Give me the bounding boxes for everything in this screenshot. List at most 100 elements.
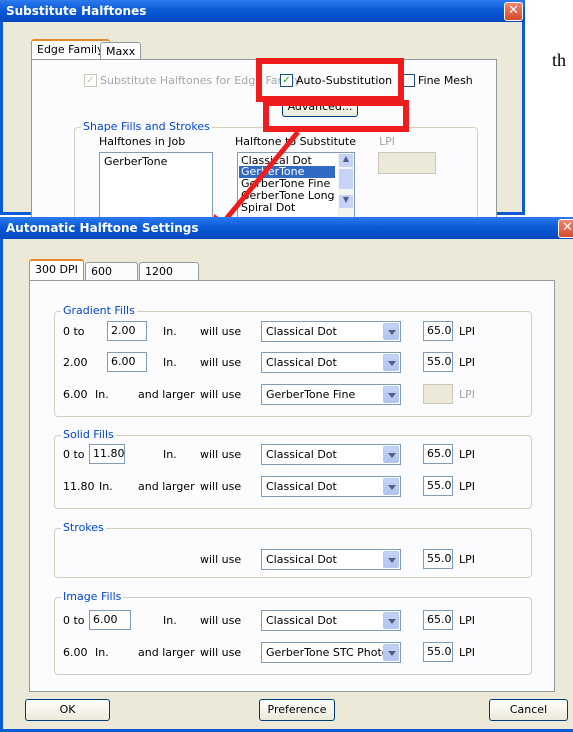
image-row2-lpi-input[interactable]: 55.0 [423, 642, 453, 662]
image-row1-from: 0 to [63, 614, 85, 627]
solid-row1-value-input[interactable]: 11.80 [89, 444, 125, 464]
gradient-row1-halftone-select[interactable]: Classical Dot [261, 321, 401, 342]
gradient-row1-from: 0 to [63, 325, 85, 338]
gradient-row2-unit: In. [163, 356, 177, 369]
cancel-button[interactable]: Cancel [489, 699, 568, 721]
job-halftone-item[interactable]: GerberTone [104, 155, 167, 168]
automatic-halftone-settings-window: Automatic Halftone Settings ✕ 300 DPI 60… [0, 217, 573, 732]
gradient-row3-unit: In. [95, 388, 109, 401]
chevron-down-icon[interactable] [383, 612, 399, 629]
image-row2-larger: and larger [138, 646, 195, 659]
tab-600-dpi[interactable]: 600 DPI [85, 262, 138, 296]
bg-close-button[interactable]: ✕ [504, 2, 523, 21]
image-fills-title: Image Fills [61, 590, 124, 603]
ahs-title: Automatic Halftone Settings [6, 221, 199, 235]
preference-button[interactable]: Preference [259, 699, 335, 721]
gradient-fills-title: Gradient Fills [61, 304, 137, 317]
col-halftones-in-job: Halftones in Job [99, 135, 186, 148]
image-row1-unit: In. [163, 614, 177, 627]
strokes-lpi-label: LPI [459, 553, 476, 566]
image-row2-unit: In. [95, 646, 109, 659]
solid-row2-lpi-input[interactable]: 55.0 [423, 476, 453, 496]
image-row2-halftone-select[interactable]: GerberTone STC Photo [261, 642, 401, 663]
substitute-checkbox[interactable]: ✓ [84, 74, 97, 87]
chevron-down-icon[interactable] [383, 478, 399, 495]
solid-row2-from: 11.80 [63, 480, 95, 493]
solid-row1-from: 0 to [63, 448, 85, 461]
strokes-halftone-select[interactable]: Classical Dot [261, 549, 401, 570]
substitute-item[interactable]: Spiral Dot [241, 201, 295, 214]
job-halftones-list[interactable]: GerberTone [99, 152, 213, 224]
chevron-down-icon[interactable] [383, 354, 399, 371]
image-row1-lpi-input[interactable]: 65.0 [423, 610, 453, 630]
image-row2-from: 6.00 [63, 646, 88, 659]
gradient-row2-lpi-label: LPI [459, 356, 476, 369]
tab-maxx[interactable]: Maxx [100, 42, 142, 60]
gradient-row2-halftone-select[interactable]: Classical Dot [261, 352, 401, 373]
shape-fills-group: Shape Fills and Strokes Halftones in Job… [74, 120, 478, 227]
chevron-down-icon[interactable] [383, 446, 399, 463]
chevron-down-icon[interactable] [383, 323, 399, 340]
strokes-will-use: will use [200, 553, 242, 566]
gradient-row3-from: 6.00 [63, 388, 88, 401]
image-row1-lpi-label: LPI [459, 614, 476, 627]
image-row1-will-use: will use [200, 614, 242, 627]
scroll-up-icon[interactable]: ▲ [339, 154, 353, 167]
fine-mesh-label: Fine Mesh [418, 74, 473, 87]
gradient-row2-will-use: will use [200, 356, 242, 369]
ahs-tab-panel: Gradient Fills 0 to 2.00 In. will use Cl… [29, 280, 555, 692]
substitute-halftones-list[interactable]: Classical Dot GerberTone GerberTone Fine… [237, 152, 355, 224]
solid-row1-halftone-select[interactable]: Classical Dot [261, 444, 401, 465]
gradient-row3-halftone-select[interactable]: GerberTone Fine [261, 384, 401, 405]
chevron-down-icon[interactable] [383, 644, 399, 661]
solid-row1-lpi-label: LPI [459, 448, 476, 461]
image-row2-will-use: will use [200, 646, 242, 659]
gradient-row3-lpi-input[interactable] [423, 384, 453, 404]
gradient-row2-lpi-input[interactable]: 55.0 [423, 352, 453, 372]
solid-row2-unit: In. [99, 480, 113, 493]
tab-1200-dpi[interactable]: 1200 DPI [139, 262, 199, 296]
solid-fills-group: Solid Fills 0 to 11.80 In. will use Clas… [54, 428, 532, 509]
gradient-row1-will-use: will use [200, 325, 242, 338]
chevron-down-icon[interactable] [383, 386, 399, 403]
annotation-box-advanced [263, 100, 409, 132]
tab-edge-family[interactable]: Edge Family [31, 39, 110, 60]
ok-button[interactable]: OK [25, 699, 110, 721]
shape-fills-group-title: Shape Fills and Strokes [81, 120, 212, 133]
gradient-row1-value-input[interactable]: 2.00 [107, 321, 147, 341]
image-row1-halftone-select[interactable]: Classical Dot [261, 610, 401, 631]
solid-row1-lpi-input[interactable]: 65.0 [423, 444, 453, 464]
close-button[interactable]: ✕ [558, 219, 573, 238]
gradient-row3-larger: and larger [138, 388, 195, 401]
tab-300-dpi[interactable]: 300 DPI [29, 259, 84, 280]
gradient-fills-group: Gradient Fills 0 to 2.00 In. will use Cl… [54, 304, 532, 417]
annotation-box-auto-substitution [256, 58, 404, 102]
solid-row2-halftone-select[interactable]: Classical Dot [261, 476, 401, 497]
solid-row2-will-use: will use [200, 480, 242, 493]
chevron-down-icon[interactable] [383, 551, 399, 568]
strokes-title: Strokes [61, 521, 106, 534]
substitute-halftones-title: Substitute Halftones [6, 4, 147, 18]
solid-fills-title: Solid Fills [61, 428, 116, 441]
bg-lpi-field[interactable] [378, 152, 436, 174]
image-fills-group: Image Fills 0 to 6.00 In. will use Class… [54, 590, 532, 675]
gradient-row3-will-use: will use [200, 388, 242, 401]
solid-row1-unit: In. [163, 448, 177, 461]
solid-row2-lpi-label: LPI [459, 480, 476, 493]
ahs-titlebar: Automatic Halftone Settings [0, 217, 573, 239]
background-side-text: th [552, 50, 567, 70]
image-row2-lpi-label: LPI [459, 646, 476, 659]
strokes-lpi-input[interactable]: 55.0 [423, 549, 453, 569]
scroll-thumb[interactable] [339, 169, 353, 189]
scroll-down-icon[interactable]: ▼ [339, 195, 353, 208]
gradient-row3-lpi-label: LPI [459, 388, 476, 401]
gradient-row2-from: 2.00 [63, 356, 88, 369]
gradient-row1-unit: In. [163, 325, 177, 338]
solid-row2-larger: and larger [138, 480, 195, 493]
gradient-row1-lpi-label: LPI [459, 325, 476, 338]
list-scrollbar[interactable]: ▲ ▼ [338, 153, 354, 223]
col-lpi: LPI [379, 135, 396, 148]
gradient-row2-value-input[interactable]: 6.00 [107, 352, 147, 372]
image-row1-value-input[interactable]: 6.00 [89, 610, 131, 630]
gradient-row1-lpi-input[interactable]: 65.0 [423, 321, 453, 341]
